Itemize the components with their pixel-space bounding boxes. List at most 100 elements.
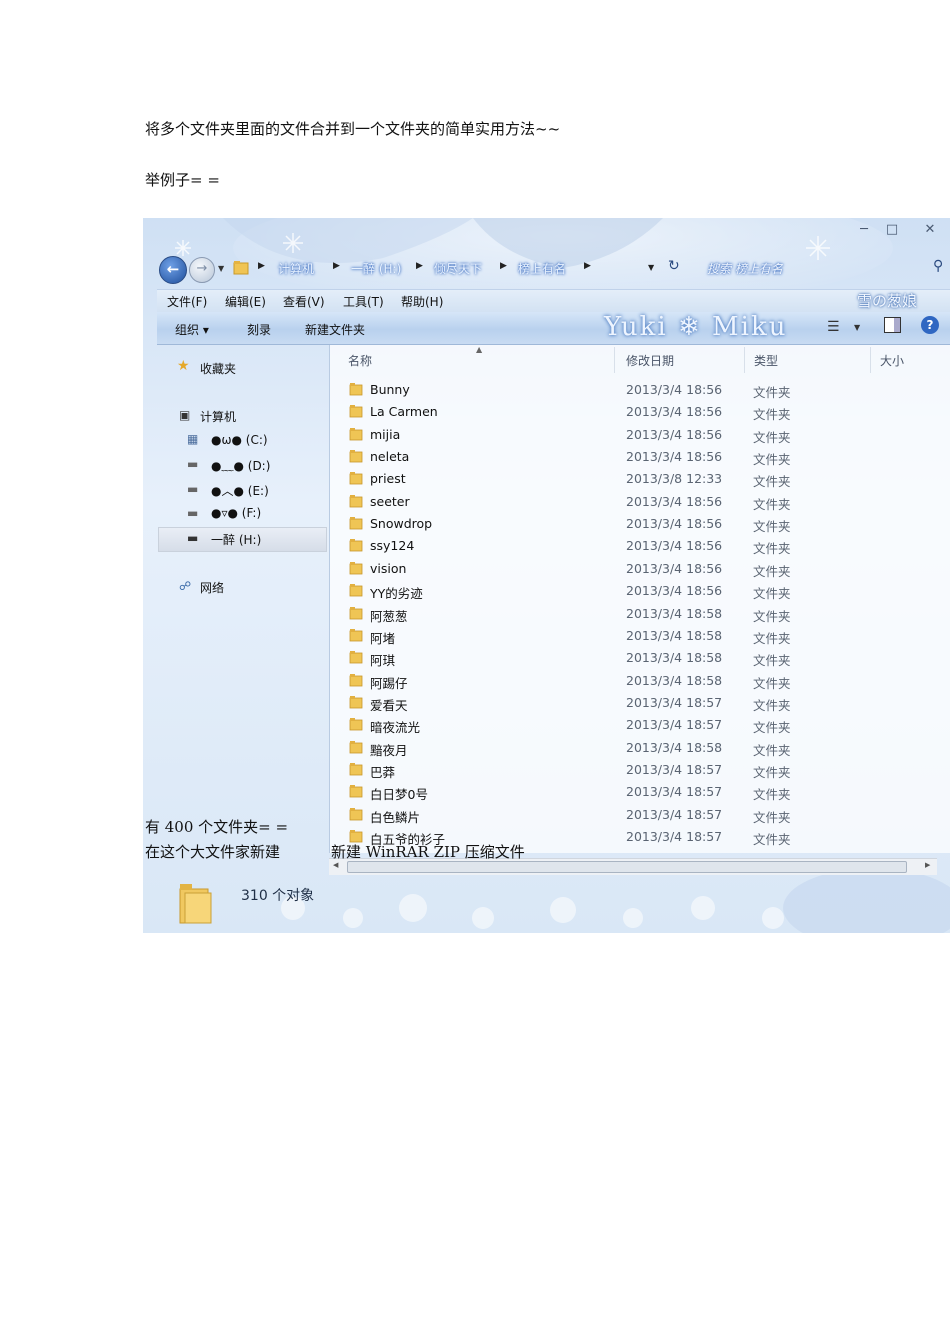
menu-view[interactable]: 查看(V)	[283, 293, 325, 310]
breadcrumb-current[interactable]: 榜上有名	[518, 260, 566, 277]
column-header-date[interactable]: 修改日期	[626, 352, 674, 369]
file-type: 文件夹	[753, 653, 791, 669]
column-divider[interactable]	[744, 347, 745, 373]
file-type: 文件夹	[753, 407, 791, 423]
menu-tools[interactable]: 工具(T)	[343, 293, 384, 310]
table-row[interactable]: 阿堵 2013/3/4 18:58 文件夹	[346, 625, 791, 647]
horizontal-scroll-thumb[interactable]	[347, 861, 907, 873]
breadcrumb-arrow-icon[interactable]: ▶	[500, 261, 507, 271]
folder-icon	[349, 673, 363, 686]
folder-icon	[349, 450, 363, 463]
folder-icon	[349, 405, 363, 418]
column-header-name[interactable]: 名称	[348, 352, 372, 369]
forward-button[interactable]: →	[189, 257, 215, 283]
search-input[interactable]: 搜索 榜上有名	[707, 260, 783, 277]
sidebar-item-network[interactable]: 网络	[200, 579, 224, 596]
menu-file[interactable]: 文件(F)	[167, 293, 207, 310]
table-row[interactable]: 白日梦0号 2013/3/4 18:57 文件夹	[346, 781, 791, 803]
breadcrumb-computer[interactable]: 计算机	[278, 260, 314, 277]
menu-bar: 文件(F) 编辑(E) 查看(V) 工具(T) 帮助(H) 雪の葱娘	[157, 289, 950, 312]
sidebar-item-favorites[interactable]: 收藏夹	[200, 360, 236, 377]
file-date: 2013/3/4 18:56	[626, 516, 723, 532]
breadcrumb-drive[interactable]: 一醉 (H:)	[351, 260, 401, 277]
file-date: 2013/3/4 18:57	[626, 829, 723, 844]
maximize-button[interactable]: □	[881, 222, 903, 238]
file-name: 阿踢仔	[370, 675, 408, 691]
table-row[interactable]: La Carmen 2013/3/4 18:56 文件夹	[346, 401, 791, 423]
table-row[interactable]: 爱看天 2013/3/4 18:57 文件夹	[346, 692, 791, 714]
file-date: 2013/3/4 18:57	[626, 784, 723, 800]
sidebar-item-drive-f[interactable]: ●▿● (F:)	[211, 506, 261, 520]
file-name: 暗夜流光	[370, 720, 421, 736]
table-row[interactable]: 黯夜月 2013/3/4 18:58 文件夹	[346, 737, 791, 759]
file-name: neleta	[370, 449, 410, 465]
table-row[interactable]: YY的劣迹 2013/3/4 18:56 文件夹	[346, 580, 791, 602]
table-row[interactable]: ssy124 2013/3/4 18:56 文件夹	[346, 535, 791, 557]
theme-title: Yuki ❄ Miku	[604, 312, 788, 342]
table-row[interactable]: 阿葱葱 2013/3/4 18:58 文件夹	[346, 603, 791, 625]
file-date: 2013/3/4 18:56	[626, 426, 723, 442]
table-row[interactable]: 巴莽 2013/3/4 18:57 文件夹	[346, 759, 791, 781]
sidebar-item-computer[interactable]: 计算机	[200, 408, 236, 425]
scroll-right-icon[interactable]: ▶	[925, 861, 930, 869]
recent-pages-dropdown[interactable]: ▼	[218, 264, 224, 273]
table-row[interactable]: 阿踢仔 2013/3/4 18:58 文件夹	[346, 670, 791, 692]
folder-icon	[349, 628, 363, 642]
table-row[interactable]: 暗夜流光 2013/3/4 18:57 文件夹	[346, 714, 791, 736]
intro-line: 将多个文件夹里面的文件合并到一个文件夹的简单实用方法~~	[145, 120, 561, 138]
file-name: La Carmen	[370, 404, 438, 420]
sidebar-item-drive-h[interactable]: 一醉 (H:)	[211, 531, 261, 548]
example-line: 举例子= =	[145, 171, 220, 189]
file-date: 2013/3/4 18:58	[626, 739, 723, 755]
file-type: 文件夹	[753, 832, 791, 847]
preview-pane-icon[interactable]	[884, 317, 901, 333]
scroll-left-icon[interactable]: ◀	[333, 861, 338, 869]
file-type: 文件夹	[753, 496, 791, 512]
sidebar-item-drive-d[interactable]: ●﹏● (D:)	[211, 457, 270, 474]
help-icon[interactable]: ?	[921, 316, 939, 334]
search-icon[interactable]: ⚲	[933, 258, 943, 274]
breadcrumb-folder[interactable]: 倾尽天下	[434, 260, 482, 277]
view-dropdown-icon[interactable]: ▼	[854, 323, 860, 332]
column-divider[interactable]	[870, 347, 871, 373]
back-button[interactable]: ←	[159, 256, 187, 284]
file-list-pane: 名称 ▲ 修改日期 类型 大小 Bunny 2013/3/4 18:56 文件夹 La…	[329, 345, 950, 853]
file-type: 文件夹	[753, 809, 791, 825]
table-row[interactable]: 阿琪 2013/3/4 18:58 文件夹	[346, 647, 791, 669]
menu-help[interactable]: 帮助(H)	[401, 293, 443, 310]
column-divider[interactable]	[614, 347, 615, 373]
table-row[interactable]: Snowdrop 2013/3/4 18:56 文件夹	[346, 513, 791, 535]
new-folder-button[interactable]: 新建文件夹	[305, 321, 365, 338]
table-row[interactable]: mijia 2013/3/4 18:56 文件夹	[346, 424, 791, 446]
file-type: 文件夹	[753, 385, 791, 400]
refresh-icon[interactable]: ↻	[668, 258, 680, 274]
breadcrumb-arrow-icon[interactable]: ▶	[584, 261, 591, 271]
view-options-icon[interactable]: ☰	[827, 319, 840, 335]
column-header-type[interactable]: 类型	[754, 352, 778, 369]
table-row[interactable]: priest 2013/3/8 12:33 文件夹	[346, 468, 791, 490]
table-row[interactable]: Bunny 2013/3/4 18:56 文件夹	[346, 379, 791, 401]
breadcrumb-arrow-icon[interactable]: ▶	[333, 261, 340, 271]
minimize-button[interactable]: ─	[853, 222, 875, 238]
breadcrumb-arrow-icon[interactable]: ▶	[258, 261, 265, 271]
file-type: 文件夹	[753, 519, 791, 535]
table-row[interactable]: seeter 2013/3/4 18:56 文件夹	[346, 491, 791, 513]
table-row[interactable]: vision 2013/3/4 18:56 文件夹	[346, 558, 791, 580]
file-date: 2013/3/4 18:58	[626, 650, 723, 666]
folder-icon	[349, 785, 363, 798]
folder-icon	[349, 740, 363, 753]
sidebar-item-drive-e[interactable]: ●︿● (E:)	[211, 482, 269, 499]
table-row[interactable]: neleta 2013/3/4 18:56 文件夹	[346, 446, 791, 468]
table-row[interactable]: 白色鳞片 2013/3/4 18:57 文件夹	[346, 804, 791, 826]
menu-edit[interactable]: 编辑(E)	[225, 293, 266, 310]
address-dropdown-icon[interactable]: ▼	[648, 263, 654, 272]
close-button[interactable]: ✕	[919, 222, 941, 238]
burn-button[interactable]: 刻录	[247, 321, 271, 338]
breadcrumb-arrow-icon[interactable]: ▶	[416, 261, 423, 271]
file-type: 文件夹	[753, 787, 791, 803]
column-header-size[interactable]: 大小	[880, 352, 904, 369]
sidebar-item-drive-c[interactable]: ●ω● (C:)	[211, 433, 268, 447]
organize-button[interactable]: 组织 ▾	[175, 321, 209, 338]
file-date: 2013/3/4 18:56	[626, 583, 723, 599]
file-date: 2013/3/4 18:57	[626, 806, 723, 822]
